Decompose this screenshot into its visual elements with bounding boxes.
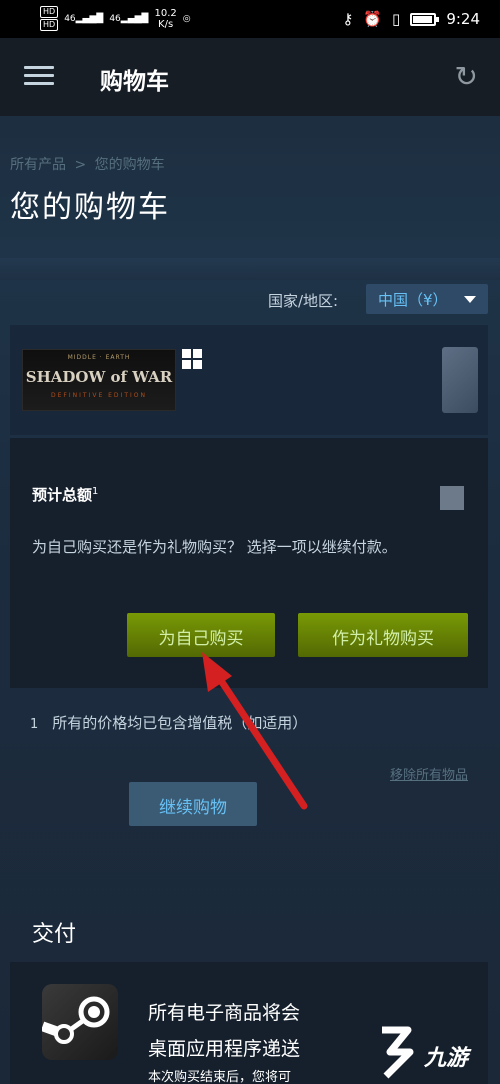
key-icon: ⚷ [342,10,354,28]
page-title: 您的购物车 [10,190,170,225]
hd-badge: HD [40,6,59,18]
chevron-down-icon [464,296,476,303]
game-capsule-image[interactable]: MIDDLE · EARTH SHADOW of WAR DEFINITIVE … [22,349,176,411]
breadcrumb-separator: > [74,157,87,173]
network-speed: 10.2 K/s [154,7,177,30]
delivery-text-line: 桌面应用程序递送 [148,1038,301,1060]
remove-all-link[interactable]: 移除所有物品 [390,764,468,783]
app-header: 购物车 ↻ [0,38,500,116]
vibrate-icon: ▯ [392,10,401,28]
refresh-icon[interactable]: ↻ [455,60,478,93]
purchase-panel: 预计总额1 为自己购买还是作为礼物购买？ 选择一项以继续付款。 为自己购买 作为… [10,438,488,688]
cart-item: MIDDLE · EARTH SHADOW of WAR DEFINITIVE … [10,325,488,435]
item-thumbnail [442,347,478,413]
breadcrumb-current[interactable]: 您的购物车 [95,157,165,173]
status-bar-left: HD HD 46▂▄▆█ 46▂▄▆█ 10.2 K/s ◎ [40,6,191,31]
alarm-icon: ⏰ [363,10,383,28]
country-selected-value: 中国（¥） [378,291,448,309]
buy-for-self-button[interactable]: 为自己购买 [127,613,275,657]
country-label: 国家/地区: [268,292,339,310]
vat-footnote: 1 所有的价格均已包含增值税（如适用） [30,714,308,732]
watermark-icon [382,1026,414,1079]
status-bar-right: ⚷ ⏰ ▯ 9:24 [342,10,480,28]
notification-icon: ◎ [182,13,191,24]
breadcrumb-root[interactable]: 所有产品 [10,157,66,173]
delivery-title: 交付 [32,922,77,947]
total-checkbox[interactable] [440,486,464,510]
page-header-title: 购物车 [100,69,169,95]
country-select[interactable]: 中国（¥） [366,284,488,314]
buy-as-gift-button[interactable]: 作为礼物购买 [298,613,468,657]
watermark-logo: 九游 [372,1020,492,1080]
section-divider [0,258,500,280]
windows-icon [182,349,202,369]
purchase-prompt: 为自己购买还是作为礼物购买？ 选择一项以继续付款。 [32,538,397,556]
estimated-total-label: 预计总额1 [32,486,99,504]
delivery-text-line: 本次购买结束后，您将可 [148,1070,292,1084]
hd-badge: HD [40,19,59,31]
continue-shopping-button[interactable]: 继续购物 [129,782,257,826]
status-bar: HD HD 46▂▄▆█ 46▂▄▆█ 10.2 K/s ◎ ⚷ ⏰ ▯ 9:2… [0,0,500,38]
delivery-text-line: 所有电子商品将会 [148,1002,301,1024]
battery-icon [410,12,440,26]
steam-icon [40,984,118,1060]
signal-icon: 46▂▄▆█ [64,13,104,24]
menu-icon[interactable] [24,66,54,86]
breadcrumb: 所有产品 > 您的购物车 [10,154,165,174]
clock: 9:24 [446,10,480,28]
signal-icon: 46▂▄▆█ [109,13,149,24]
